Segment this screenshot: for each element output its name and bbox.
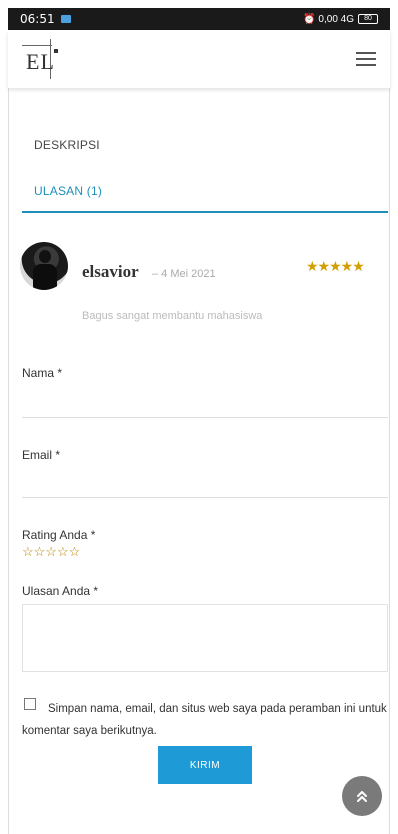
- avatar-body: [33, 264, 57, 290]
- name-field[interactable]: [22, 390, 388, 418]
- site-logo[interactable]: EL: [22, 39, 64, 79]
- review-label-text: Ulasan Anda: [22, 584, 91, 598]
- review-rating-stars: ★★★★★: [306, 258, 365, 274]
- battery-icon: 80: [358, 14, 378, 24]
- consent-text: Simpan nama, email, dan situs web saya p…: [22, 703, 387, 737]
- required-mark: *: [93, 584, 99, 598]
- notification-icon: [60, 15, 71, 23]
- tab-description[interactable]: DESKRIPSI: [34, 138, 100, 152]
- review-author: elsavior: [82, 262, 139, 281]
- required-mark: *: [90, 528, 96, 542]
- avatar-head: [39, 250, 51, 263]
- site-header: EL: [8, 30, 390, 88]
- name-label: Nama *: [22, 366, 62, 380]
- double-chevron-up-icon: [357, 791, 367, 802]
- rating-label-text: Rating Anda: [22, 528, 88, 542]
- email-label-text: Email: [22, 448, 53, 462]
- status-indicators: ⏰ 0,00 4G 80: [303, 14, 378, 25]
- status-time: 06:51: [20, 12, 55, 26]
- status-right-text: ⏰ 0,00 4G: [303, 13, 354, 25]
- rating-input[interactable]: ☆☆☆☆☆: [22, 544, 80, 560]
- logo-hline: [22, 45, 52, 46]
- email-field[interactable]: [22, 470, 388, 498]
- email-label: Email *: [22, 448, 60, 462]
- tab-reviews[interactable]: ULASAN (1): [34, 184, 102, 198]
- rating-stars-empty[interactable]: ☆☆☆☆☆: [22, 544, 80, 560]
- hamburger-icon[interactable]: [356, 52, 376, 66]
- scroll-to-top-button[interactable]: [342, 776, 382, 816]
- status-bar: 06:51 ⏰ 0,00 4G 80: [8, 8, 390, 30]
- logo-text: EL: [26, 49, 55, 74]
- review-textarea[interactable]: [22, 604, 388, 672]
- name-label-text: Nama: [22, 366, 55, 380]
- avatar: [20, 242, 68, 290]
- rating-label: Rating Anda *: [22, 528, 95, 542]
- review-text: Bagus sangat membantu mahasiswa: [82, 310, 263, 322]
- review-date: – 4 Mei 2021: [152, 268, 216, 280]
- submit-button[interactable]: KIRIM: [158, 746, 252, 784]
- required-mark: *: [57, 366, 63, 380]
- required-mark: *: [55, 448, 61, 462]
- tab-active-underline: [22, 211, 388, 213]
- review-label: Ulasan Anda *: [22, 584, 98, 598]
